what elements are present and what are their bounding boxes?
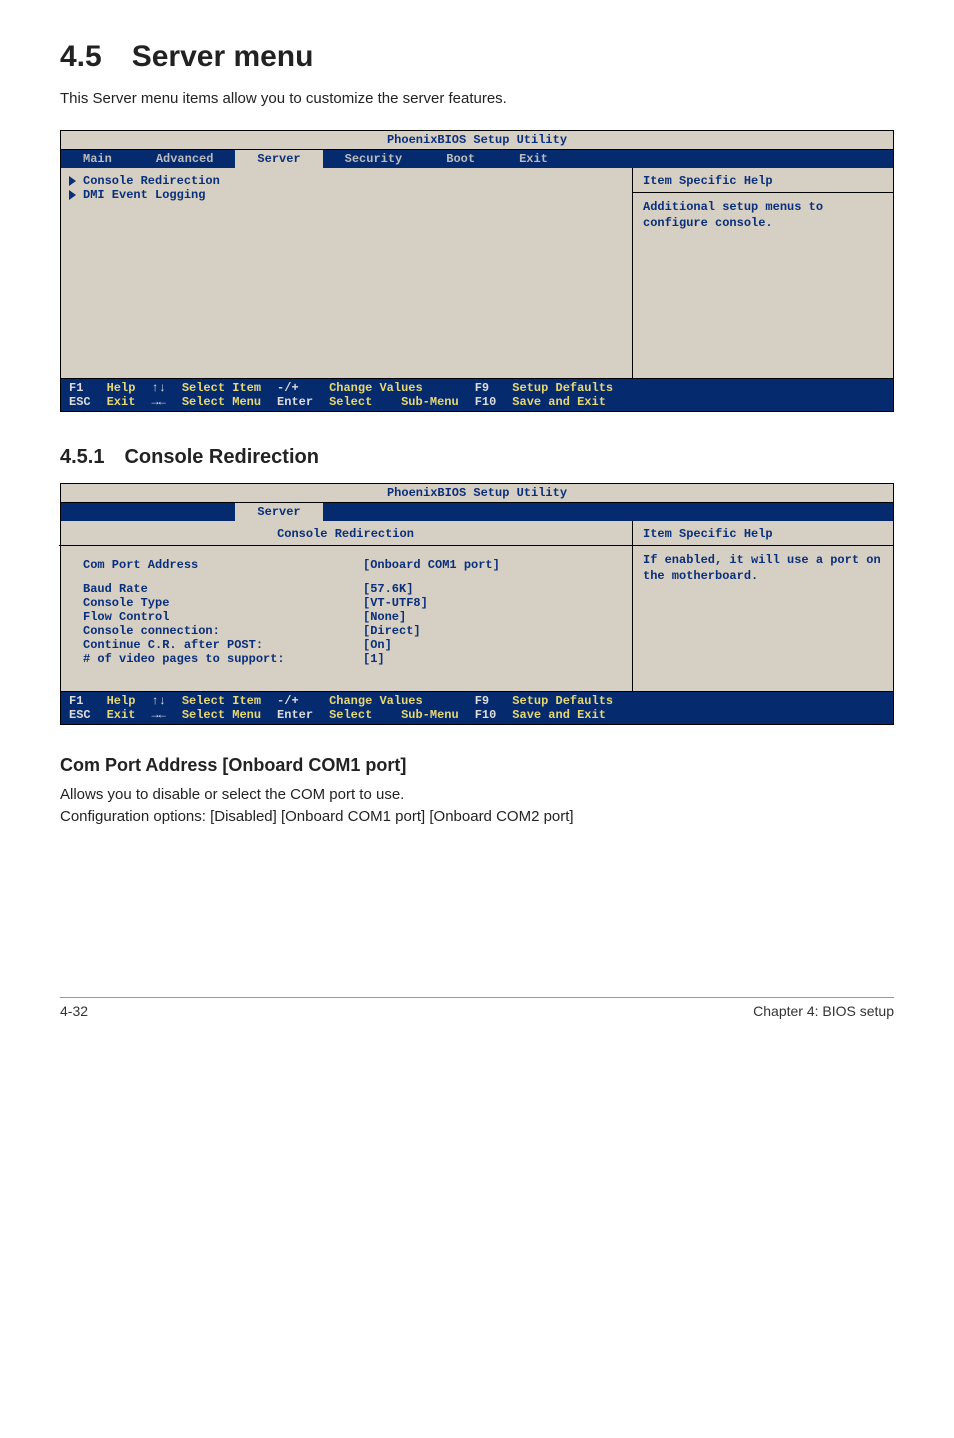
key-f10: F10: [475, 395, 497, 409]
key-enter: Enter: [277, 395, 313, 409]
help-title: Item Specific Help: [633, 521, 893, 546]
bios-help-area: Item Specific Help If enabled, it will u…: [633, 521, 893, 691]
row-value: [Direct]: [363, 624, 421, 638]
key-leftright: →←: [151, 708, 165, 722]
row-value: [1]: [363, 652, 385, 666]
key-f9: F9: [475, 694, 497, 708]
row-value: [VT-UTF8]: [363, 596, 428, 610]
row-label: Console connection:: [83, 624, 363, 638]
key-help: Help: [107, 381, 136, 395]
submenu-icon: [69, 174, 83, 188]
key-exit: Exit: [107, 395, 136, 409]
key-select-menu: Select Menu: [182, 395, 261, 409]
row-value: [None]: [363, 610, 406, 624]
tab-exit[interactable]: Exit: [497, 150, 570, 168]
submenu-icon: [69, 188, 83, 202]
bios-tabs: Main Advanced Server: [61, 503, 893, 521]
row-label: Com Port Address: [83, 558, 363, 572]
key-f1: F1: [69, 694, 91, 708]
tab-server[interactable]: Server: [235, 503, 322, 521]
row-continue-cr[interactable]: Continue C.R. after POST: [On]: [69, 638, 622, 652]
menu-item-console-redirection[interactable]: Console Redirection: [69, 174, 622, 188]
key-save-exit: Save and Exit: [512, 708, 613, 722]
page-number: 4-32: [60, 1003, 88, 1019]
key-help: Help: [107, 694, 136, 708]
row-console-type[interactable]: Console Type [VT-UTF8]: [69, 596, 622, 610]
key-updown: ↑↓: [151, 381, 165, 395]
tab-advanced[interactable]: Advanced: [134, 150, 236, 168]
submenu-text: Select Sub-Menu: [329, 395, 459, 409]
key-plusminus: -/+: [277, 694, 313, 708]
row-value: [57.6K]: [363, 582, 413, 596]
tab-boot[interactable]: Boot: [424, 150, 497, 168]
row-label: Flow Control: [83, 610, 363, 624]
key-f1: F1: [69, 381, 91, 395]
row-value: [Onboard COM1 port]: [363, 558, 500, 572]
key-plusminus: -/+: [277, 381, 313, 395]
help-title: Item Specific Help: [633, 168, 893, 193]
section-heading: 4.5 Server menu: [60, 40, 894, 74]
bios-menu-area: Console Redirection Com Port Address [On…: [61, 521, 633, 691]
tab-server[interactable]: Server: [235, 150, 322, 168]
subsection-heading: 4.5.1 Console Redirection: [60, 446, 894, 469]
row-label: # of video pages to support:: [83, 652, 363, 666]
key-change-values: Change Values: [329, 381, 459, 395]
row-com-port-address[interactable]: Com Port Address [Onboard COM1 port]: [69, 558, 622, 572]
row-label: Console Type: [83, 596, 363, 610]
help-text: Additional setup menus to configure cons…: [643, 199, 883, 231]
menu-label: DMI Event Logging: [83, 188, 205, 202]
key-f9: F9: [475, 381, 497, 395]
bios-title: PhoenixBIOS Setup Utility: [61, 484, 893, 503]
option-description: Allows you to disable or select the COM …: [60, 784, 894, 828]
bios-title: PhoenixBIOS Setup Utility: [61, 131, 893, 150]
bios-tabs: Main Advanced Server Security Boot Exit: [61, 150, 893, 168]
chapter-title: Chapter 4: BIOS setup: [753, 1003, 894, 1019]
key-esc: ESC: [69, 395, 91, 409]
key-enter: Enter: [277, 708, 313, 722]
key-updown: ↑↓: [151, 694, 165, 708]
bios-help-area: Item Specific Help Additional setup menu…: [633, 168, 893, 378]
key-leftright: →←: [151, 395, 165, 409]
bios-panel-server: PhoenixBIOS Setup Utility Main Advanced …: [60, 130, 894, 412]
row-label: Continue C.R. after POST:: [83, 638, 363, 652]
menu-item-dmi-event-logging[interactable]: DMI Event Logging: [69, 188, 622, 202]
row-console-connection[interactable]: Console connection: [Direct]: [69, 624, 622, 638]
row-video-pages[interactable]: # of video pages to support: [1]: [69, 652, 622, 666]
option-heading: Com Port Address [Onboard COM1 port]: [60, 755, 894, 776]
bios-panel-console-redirection: PhoenixBIOS Setup Utility Main Advanced …: [60, 483, 894, 725]
bios-key-legend: F1ESC HelpExit ↑↓→← Select ItemSelect Me…: [61, 378, 893, 411]
panel-subtitle: Console Redirection: [59, 527, 632, 546]
key-select-menu: Select Menu: [182, 708, 261, 722]
menu-label: Console Redirection: [83, 174, 220, 188]
key-exit: Exit: [107, 708, 136, 722]
key-esc: ESC: [69, 708, 91, 722]
key-select-item: Select Item: [182, 381, 261, 395]
row-value: [On]: [363, 638, 392, 652]
tab-main[interactable]: Main: [61, 150, 134, 168]
bios-menu-area: Console Redirection DMI Event Logging: [61, 168, 633, 378]
help-text: If enabled, it will use a port on the mo…: [643, 552, 883, 584]
row-baud-rate[interactable]: Baud Rate [57.6K]: [69, 582, 622, 596]
tab-security[interactable]: Security: [323, 150, 425, 168]
key-setup-defaults: Setup Defaults: [512, 694, 613, 708]
row-label: Baud Rate: [83, 582, 363, 596]
key-select-item: Select Item: [182, 694, 261, 708]
page-footer: 4-32 Chapter 4: BIOS setup: [60, 997, 894, 1019]
key-f10: F10: [475, 708, 497, 722]
key-setup-defaults: Setup Defaults: [512, 381, 613, 395]
row-flow-control[interactable]: Flow Control [None]: [69, 610, 622, 624]
bios-key-legend: F1ESC HelpExit ↑↓→← Select ItemSelect Me…: [61, 691, 893, 724]
key-change-values: Change Values: [329, 694, 459, 708]
key-select-submenu: Select Sub-Menu: [329, 708, 459, 722]
section-intro: This Server menu items allow you to cust…: [60, 88, 894, 110]
key-save-exit: Save and Exit: [512, 395, 613, 409]
key-select-submenu: Select Sub-Menu: [329, 395, 459, 409]
